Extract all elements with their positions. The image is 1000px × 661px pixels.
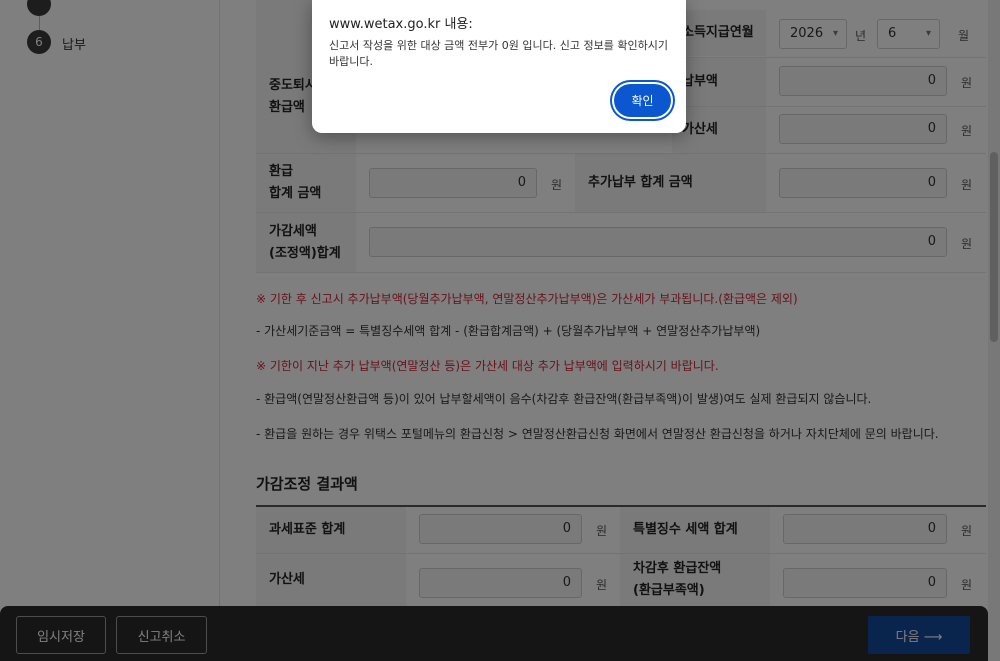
year-select[interactable]: 2026 ▾ — [779, 19, 847, 49]
note-penalty-warning: ※ 기한 후 신고시 추가납부액(당월추가납부액, 연말정산추가납부액)은 가산… — [256, 292, 798, 306]
extra-total-text: 추가납부 합계 금액 — [588, 175, 693, 190]
dialog-message: 신고서 작성을 위한 대상 금액 전부가 0원 입니다. 신고 정보를 확인하시… — [329, 39, 668, 68]
penalty-text-top: 가산세 — [682, 122, 718, 137]
extra-total-label: 추가납부 합계 금액 — [575, 154, 766, 212]
step-6-number[interactable]: 6 — [27, 30, 51, 54]
cancel-report-button[interactable]: 신고취소 — [116, 616, 207, 654]
tax-base-total-label: 과세표준 합계 — [256, 507, 406, 553]
note-overdue-warning: ※ 기한이 지난 추가 납부액(연말정산 등)은 가산세 대상 추가 납부액에 … — [256, 359, 719, 373]
chevron-down-icon: ▾ — [925, 28, 931, 39]
won-unit: 원 — [596, 578, 608, 592]
special-tax-total-label: 특별징수 세액 합계 — [620, 507, 770, 553]
penalty-label: 가산세 — [256, 554, 406, 606]
balance-input[interactable]: 0 — [783, 568, 947, 598]
tax-base-total-input[interactable]: 0 — [419, 514, 582, 544]
penalty-input-top[interactable]: 0 — [779, 114, 947, 144]
step-5-circle — [27, 0, 51, 16]
special-tax-total-input[interactable]: 0 — [783, 514, 947, 544]
balance-label-line2: (환급부족액) — [633, 583, 705, 598]
tax-base-total-text: 과세표준 합계 — [269, 522, 346, 537]
scrollbar-thumb[interactable] — [990, 152, 998, 342]
refund-total-label-line1: 환급 — [269, 164, 293, 179]
month-select-value: 6 — [888, 26, 897, 41]
penalty-text: 가산세 — [269, 572, 305, 587]
adjust-total-label: 가감세액 (조정액)합계 — [256, 213, 356, 272]
won-unit: 원 — [961, 524, 973, 538]
year-select-value: 2026 — [790, 26, 824, 41]
refund-total-input[interactable]: 0 — [369, 168, 537, 198]
step-6-label[interactable]: 납부 — [62, 34, 86, 53]
note-penalty-formula: - 가산세기준금액 = 특별징수세액 합계 - (환급합계금액) + (당월추가… — [256, 324, 761, 338]
divider — [256, 212, 986, 213]
refund-total-label-line2: 합계 금액 — [269, 186, 322, 201]
won-unit: 원 — [961, 124, 973, 138]
won-unit: 원 — [961, 76, 973, 90]
dialog-ok-button[interactable]: 확인 — [614, 84, 671, 117]
section-title-result: 가감조정 결과액 — [256, 475, 358, 493]
refund-total-label: 환급 합계 금액 — [256, 154, 356, 212]
temp-save-button[interactable]: 임시저장 — [16, 616, 106, 654]
extra-pay-input[interactable]: 0 — [779, 66, 947, 96]
chevron-down-icon: ▾ — [832, 28, 838, 39]
pay-year-month-label: 소득지급연월 — [672, 10, 766, 56]
pay-year-month-text: 소득지급연월 — [682, 25, 754, 40]
month-unit: 월 — [958, 29, 970, 43]
won-unit: 원 — [961, 578, 973, 592]
footer-bar: 임시저장 신고취소 다음 ⟶ — [0, 606, 988, 661]
penalty-input[interactable]: 0 — [419, 568, 582, 598]
note-refund-request: - 환급을 원하는 경우 위택스 포털메뉴의 환급신청 > 연말정산환급신청 화… — [256, 427, 939, 441]
note-refund-negative: - 환급액(연말정산환급액 등)이 있어 납부할세액이 음수(차감후 환급잔액(… — [256, 392, 872, 406]
next-button[interactable]: 다음 ⟶ — [868, 616, 970, 654]
balance-label-line1: 차감후 환급잔액 — [633, 561, 722, 576]
adjust-total-input[interactable]: 0 — [369, 227, 947, 257]
dialog-title: www.wetax.go.kr 내용: — [329, 17, 473, 32]
adjust-total-label-line1: 가감세액 — [269, 223, 317, 239]
won-unit: 원 — [596, 524, 608, 538]
won-unit: 원 — [961, 178, 973, 192]
won-unit: 원 — [551, 178, 563, 192]
divider — [256, 272, 986, 273]
year-unit: 년 — [855, 29, 867, 43]
extra-total-input[interactable]: 0 — [779, 168, 947, 198]
balance-label: 차감후 환급잔액 (환급부족액) — [620, 554, 770, 606]
special-tax-total-text: 특별징수 세액 합계 — [633, 522, 738, 537]
penalty-label-top: 가산세 — [672, 107, 766, 153]
extra-pay-label: 납부액 — [672, 58, 766, 106]
won-unit: 원 — [961, 237, 973, 251]
alert-dialog: www.wetax.go.kr 내용: 신고서 작성을 위한 대상 금액 전부가… — [312, 0, 686, 133]
adjust-total-label-line2: (조정액)합계 — [269, 245, 341, 261]
extra-pay-text: 납부액 — [682, 74, 718, 89]
step-sidebar: 6 납부 — [0, 0, 220, 661]
month-select[interactable]: 6 ▾ — [877, 19, 940, 49]
